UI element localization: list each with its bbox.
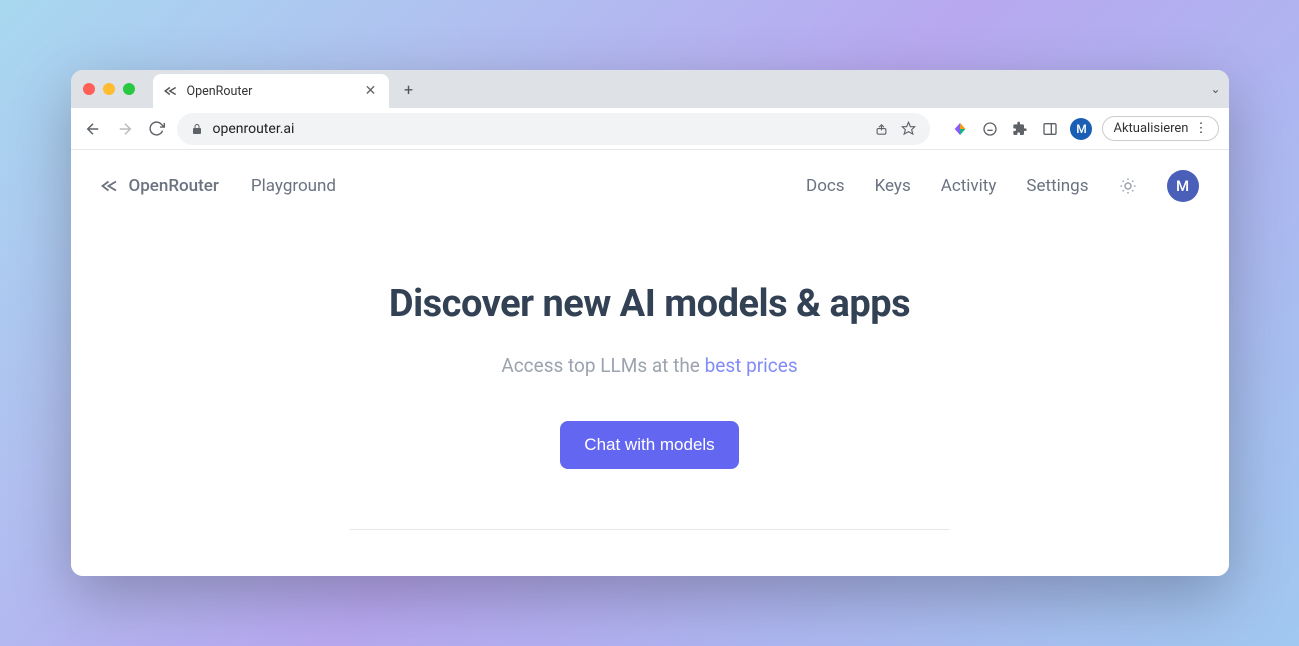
maximize-window-button[interactable] [123,83,135,95]
nav-settings[interactable]: Settings [1026,176,1088,196]
brand-logo-icon [101,177,119,195]
user-avatar[interactable]: M [1167,170,1199,202]
page-content: OpenRouter Playground Docs Keys Activity… [71,150,1229,576]
minimize-window-button[interactable] [103,83,115,95]
extension-colorful-icon[interactable] [950,119,970,139]
nav-playground[interactable]: Playground [251,176,336,196]
lock-icon [191,123,203,135]
browser-tab[interactable]: OpenRouter ✕ [153,74,389,108]
brand-link[interactable]: OpenRouter [101,176,219,196]
brand-text: OpenRouter [129,176,219,196]
hero-title: Discover new AI models & apps [389,282,910,326]
nav-right: Docs Keys Activity Settings M [806,170,1198,202]
forward-button[interactable] [113,117,137,141]
extensions-puzzle-icon[interactable] [1010,119,1030,139]
close-window-button[interactable] [83,83,95,95]
update-button[interactable]: Aktualisieren ⋮ [1102,116,1218,141]
nav-keys[interactable]: Keys [875,176,911,196]
update-label: Aktualisieren [1113,121,1188,136]
extension-circle-icon[interactable] [980,119,1000,139]
back-button[interactable] [81,117,105,141]
kebab-menu-icon: ⋮ [1195,121,1208,136]
tab-favicon-icon [163,83,179,99]
address-bar[interactable]: openrouter.ai [177,113,931,145]
chat-with-models-button[interactable]: Chat with models [560,421,738,469]
address-bar-actions [874,121,916,136]
sidepanel-icon[interactable] [1040,119,1060,139]
reload-button[interactable] [145,117,169,141]
hero-subtitle-text: Access top LLMs at the [501,354,704,377]
section-divider [350,529,950,530]
window-controls [83,83,135,95]
bookmark-star-icon[interactable] [901,121,916,136]
url-text: openrouter.ai [213,121,865,137]
site-nav: OpenRouter Playground Docs Keys Activity… [71,150,1229,222]
tab-bar: OpenRouter ✕ + ⌄ [71,70,1229,108]
theme-toggle-sun-icon[interactable] [1119,177,1137,195]
browser-toolbar: openrouter.ai M [71,108,1229,150]
toolbar-right: M Aktualisieren ⋮ [950,116,1218,141]
browser-window: OpenRouter ✕ + ⌄ openrouter.ai [71,70,1229,576]
tab-close-button[interactable]: ✕ [363,83,379,99]
best-prices-link[interactable]: best prices [705,354,798,377]
browser-profile-badge[interactable]: M [1070,118,1092,140]
tab-title: OpenRouter [187,84,355,99]
share-icon[interactable] [874,121,889,136]
new-tab-button[interactable]: + [395,80,423,99]
nav-activity[interactable]: Activity [941,176,997,196]
hero-section: Discover new AI models & apps Access top… [71,222,1229,530]
hero-subtitle: Access top LLMs at the best prices [501,354,797,377]
nav-docs[interactable]: Docs [806,176,845,196]
tabs-dropdown-icon[interactable]: ⌄ [1210,82,1220,96]
